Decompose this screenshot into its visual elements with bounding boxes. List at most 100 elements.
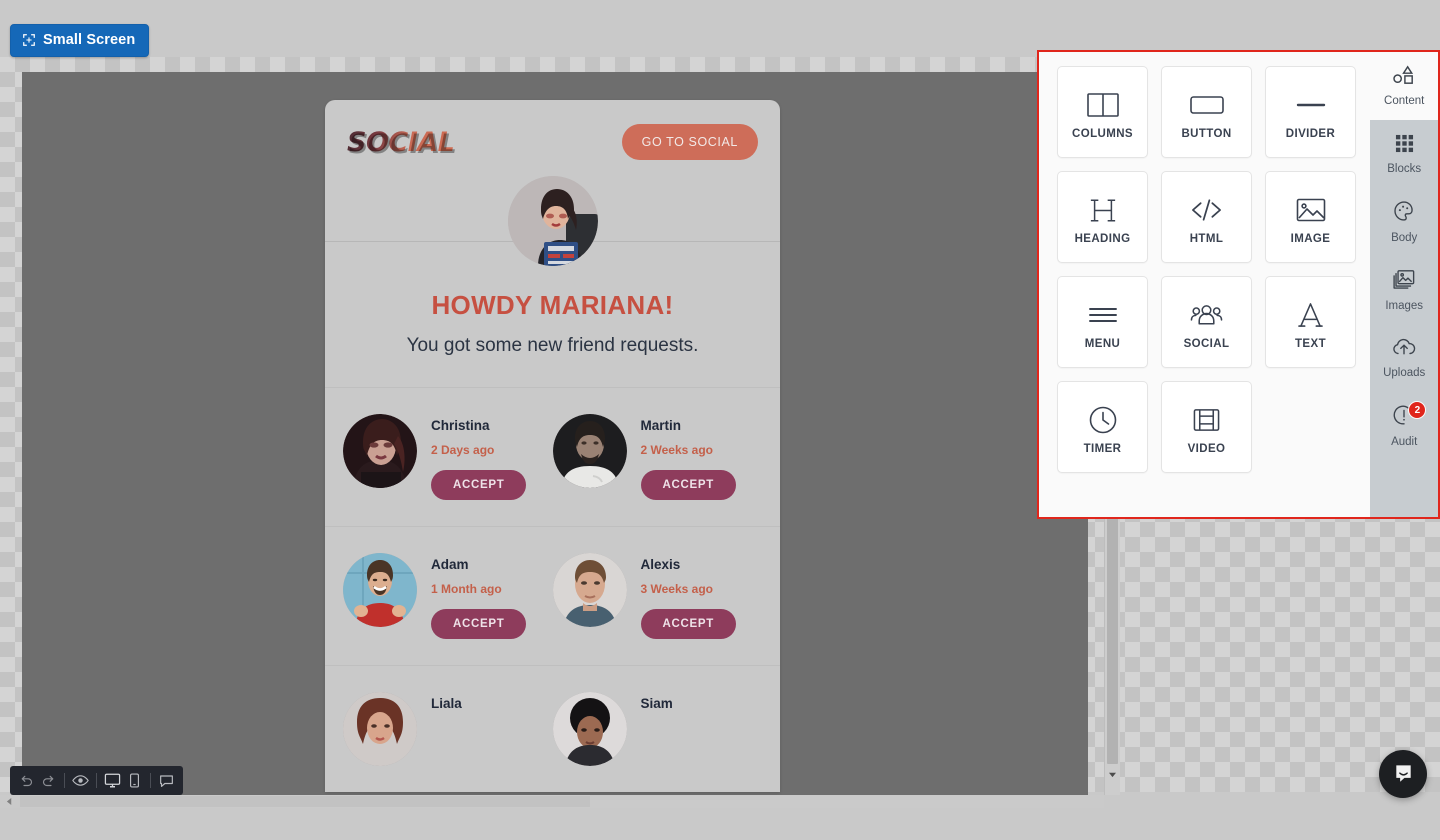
chat-bubble-icon — [1395, 764, 1411, 782]
friend-request-item[interactable]: Liala — [343, 692, 553, 766]
email-canvas[interactable]: SOCIAL GO TO SOCIAL HOWDY MARIANA! You g… — [22, 72, 1088, 795]
rail-item-blocks[interactable]: Blocks — [1370, 120, 1438, 188]
block-columns[interactable]: COLUMNS — [1057, 66, 1148, 158]
go-to-social-button[interactable]: GO TO SOCIAL — [621, 124, 758, 160]
scroll-down-arrow-icon[interactable] — [1105, 767, 1120, 781]
block-social[interactable]: SOCIAL — [1161, 276, 1252, 368]
resize-icon — [22, 33, 36, 47]
friend-request-info: Christina 2 Days ago ACCEPT — [431, 414, 527, 500]
scroll-left-arrow-icon[interactable] — [2, 795, 16, 808]
hero-section — [325, 162, 780, 282]
friend-request-info: Martin 2 Weeks ago ACCEPT — [640, 414, 736, 500]
block-label: TEXT — [1295, 338, 1326, 350]
friend-request-item[interactable]: Siam — [552, 692, 763, 766]
block-image[interactable]: IMAGE — [1265, 171, 1356, 263]
rail-label: Images — [1385, 299, 1424, 312]
block-menu[interactable]: MENU — [1057, 276, 1148, 368]
undo-icon — [21, 775, 33, 787]
desktop-view-button[interactable] — [102, 766, 123, 795]
content-panel[interactable]: COLUMNS BUTTON DIVIDER HEADING HTML IMAG… — [1037, 50, 1440, 519]
headline: HOWDY MARIANA! — [431, 290, 674, 320]
rail-item-content[interactable]: Content — [1370, 52, 1438, 120]
block-label: SOCIAL — [1183, 338, 1230, 350]
avatar — [552, 553, 627, 627]
rail-item-images[interactable]: Images — [1370, 256, 1438, 324]
rail-label: Body — [1391, 232, 1418, 244]
friend-time: 2 Weeks ago — [640, 443, 713, 457]
friend-request-info: Liala — [431, 692, 462, 721]
friend-name: Martin — [640, 418, 682, 433]
rail-item-body[interactable]: Body — [1370, 188, 1438, 256]
block-button[interactable]: BUTTON — [1161, 66, 1252, 158]
avatar-siam-image — [552, 692, 627, 766]
avatar — [343, 553, 417, 627]
image-icon — [1296, 189, 1326, 231]
avatar-adam-image — [343, 553, 417, 627]
accept-button[interactable]: ACCEPT — [640, 609, 736, 639]
code-icon — [1190, 189, 1223, 231]
shapes-icon — [1392, 65, 1416, 90]
friend-request-item[interactable]: Alexis 3 Weeks ago ACCEPT — [552, 553, 763, 639]
palette-icon — [1393, 200, 1415, 227]
friend-name: Liala — [431, 696, 462, 711]
toolbar-divider — [96, 773, 97, 788]
accept-button[interactable]: ACCEPT — [640, 470, 736, 500]
subline: You got some new friend requests. — [406, 335, 699, 356]
top-bar: Small Screen — [0, 0, 1440, 57]
friend-request-item[interactable]: Adam 1 Month ago ACCEPT — [343, 553, 553, 639]
block-text[interactable]: TEXT — [1265, 276, 1356, 368]
rail-label: Uploads — [1383, 366, 1426, 379]
friend-request-info: Adam 1 Month ago ACCEPT — [431, 553, 527, 639]
block-label: HEADING — [1074, 233, 1131, 245]
accept-button[interactable]: ACCEPT — [431, 470, 527, 500]
friend-name: Adam — [431, 557, 469, 572]
clock-icon — [1089, 399, 1117, 441]
block-label: VIDEO — [1187, 443, 1226, 455]
eye-icon — [72, 775, 89, 786]
rail-item-uploads[interactable]: Uploads — [1370, 324, 1438, 392]
upload-cloud-icon — [1392, 338, 1416, 362]
email-template[interactable]: SOCIAL GO TO SOCIAL HOWDY MARIANA! You g… — [325, 100, 780, 792]
brand-logo: SOCIAL — [347, 126, 455, 158]
small-screen-button[interactable]: Small Screen — [10, 24, 150, 57]
friend-request-info: Siam — [641, 692, 673, 721]
avatar-christina-image — [343, 414, 417, 488]
block-video[interactable]: VIDEO — [1161, 381, 1252, 473]
comments-button[interactable] — [156, 766, 177, 795]
preview-button[interactable] — [70, 766, 91, 795]
block-label: MENU — [1084, 338, 1121, 350]
block-heading[interactable]: HEADING — [1057, 171, 1148, 263]
friend-name: Siam — [640, 696, 673, 711]
button-icon — [1189, 84, 1224, 126]
block-label: IMAGE — [1290, 233, 1331, 245]
undo-button[interactable] — [16, 766, 37, 795]
block-label: COLUMNS — [1072, 128, 1133, 140]
block-html[interactable]: HTML — [1161, 171, 1252, 263]
friend-request-row[interactable]: Christina 2 Days ago ACCEPT Martin 2 Wee… — [325, 388, 780, 526]
grid-icon — [1395, 134, 1414, 158]
avatar-liala-image — [343, 692, 417, 766]
block-timer[interactable]: TIMER — [1057, 381, 1148, 473]
avatar-martin-image — [552, 414, 627, 488]
block-placeholder — [1265, 381, 1354, 471]
horizontal-scroll-thumb[interactable] — [20, 796, 590, 807]
accept-button[interactable]: ACCEPT — [431, 609, 527, 639]
friend-request-item[interactable]: Christina 2 Days ago ACCEPT — [343, 414, 553, 500]
rail-label: Content — [1384, 95, 1425, 107]
editor-bottom-toolbar — [10, 766, 183, 795]
friend-request-row[interactable]: Adam 1 Month ago ACCEPT Alexis 3 Weeks a… — [325, 527, 780, 665]
mobile-view-button[interactable] — [123, 766, 144, 795]
film-icon — [1193, 399, 1220, 441]
chat-launcher-button[interactable] — [1379, 750, 1427, 798]
canvas-horizontal-scrollbar[interactable] — [0, 795, 1104, 808]
rail-item-audit[interactable]: 2 Audit — [1370, 392, 1438, 460]
friend-name: Alexis — [640, 557, 681, 572]
comment-icon — [159, 774, 173, 787]
block-divider[interactable]: DIVIDER — [1265, 66, 1356, 158]
toolbar-divider — [149, 773, 151, 788]
friend-request-item[interactable]: Martin 2 Weeks ago ACCEPT — [552, 414, 763, 500]
friend-time: 2 Days ago — [431, 443, 495, 457]
redo-button[interactable] — [37, 766, 58, 795]
block-label: BUTTON — [1181, 128, 1232, 140]
friend-request-row[interactable]: Liala Siam — [325, 666, 780, 792]
